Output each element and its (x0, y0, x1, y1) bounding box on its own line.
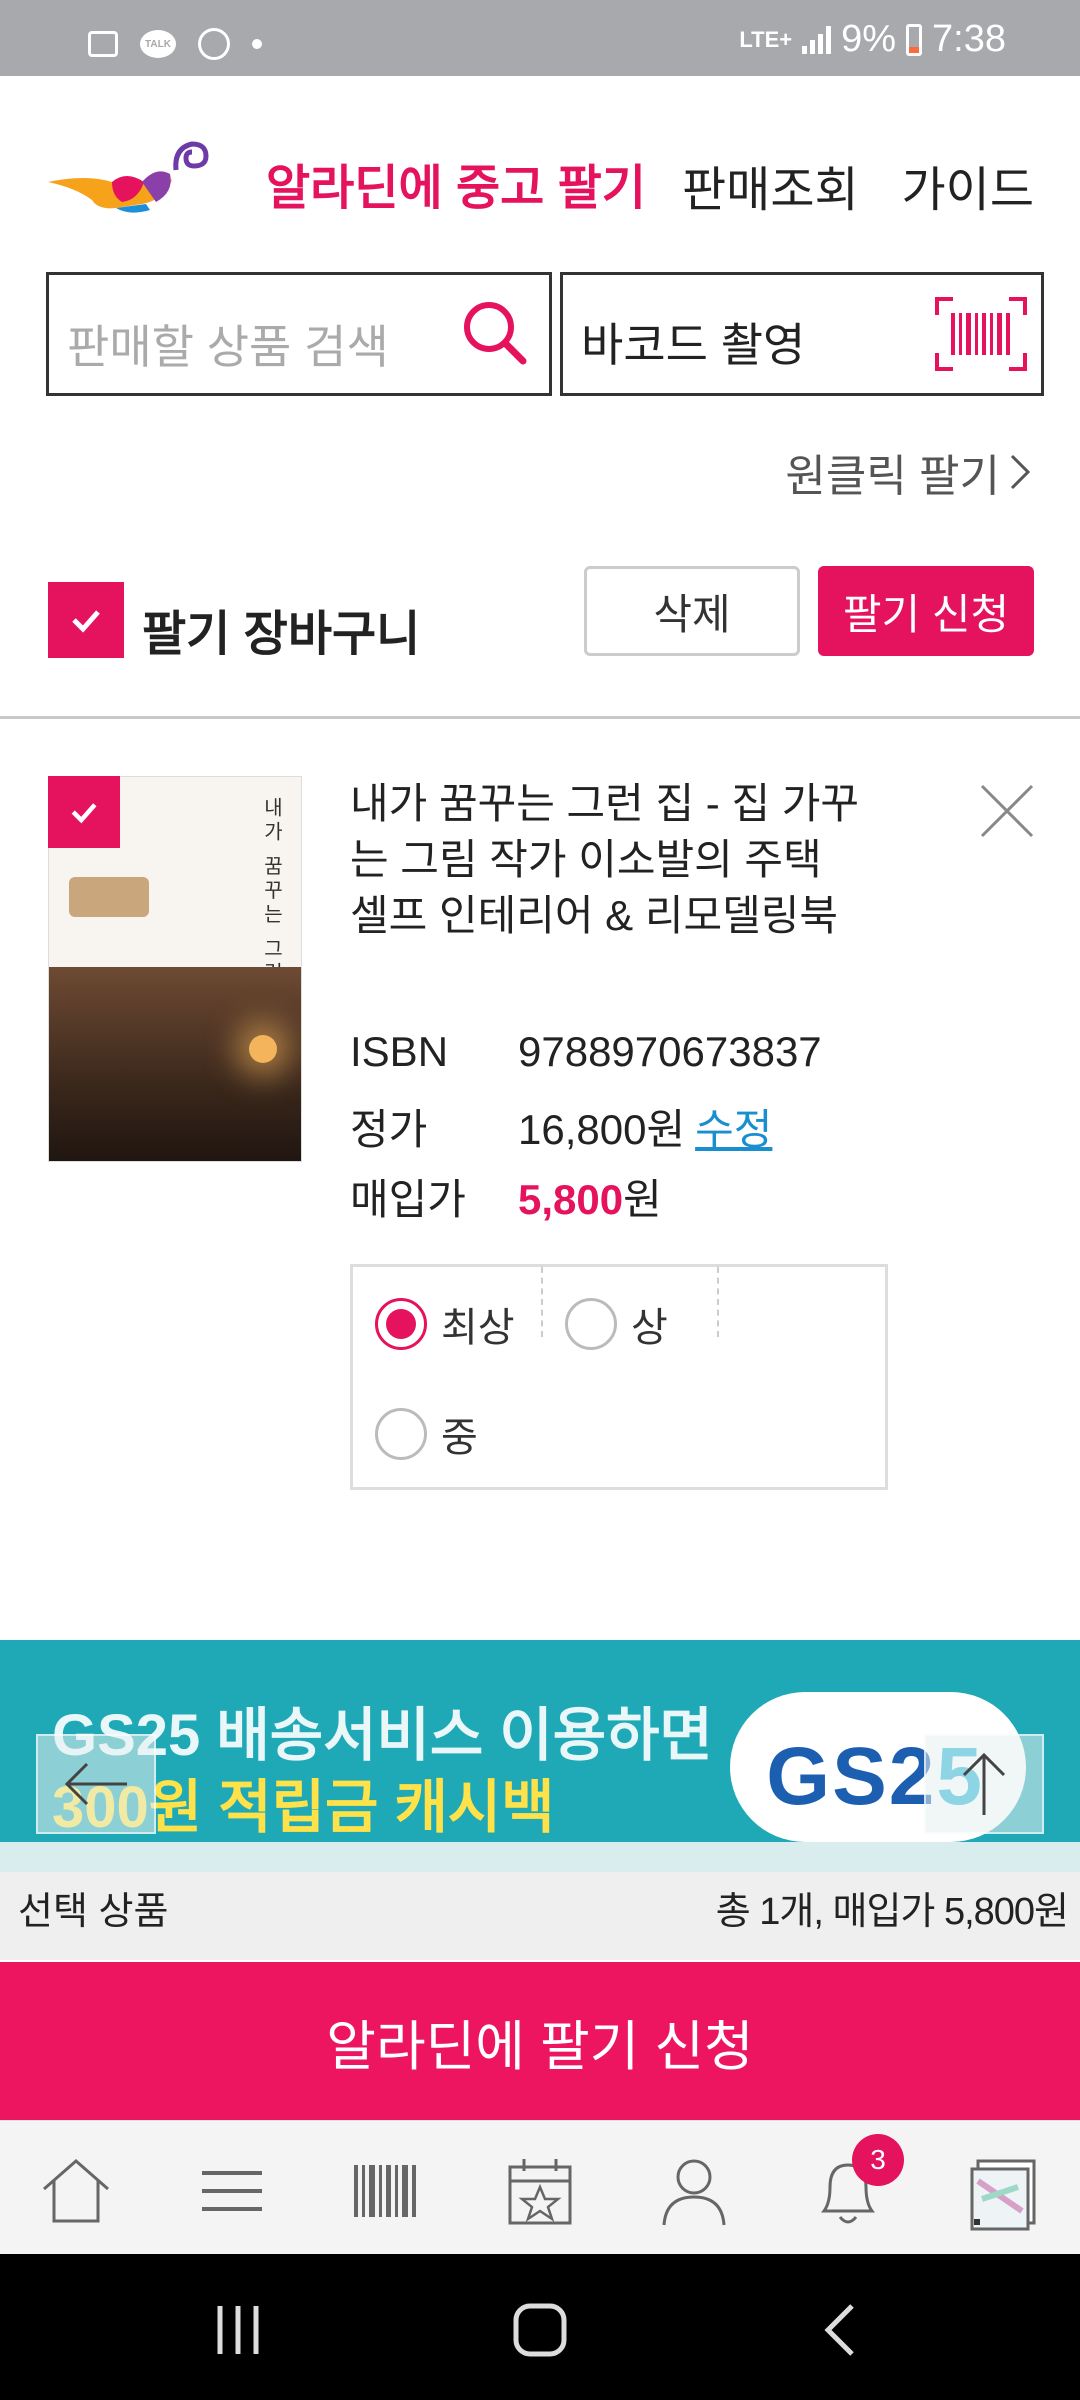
radio-icon (375, 1408, 427, 1460)
user-icon[interactable] (654, 2151, 734, 2231)
condition-medium-option[interactable]: 중 (375, 1405, 478, 1463)
buy-price-unit: 원 (623, 1176, 662, 1223)
sell-cart-header: 팔기 장바구니 삭제 팔기 신청 (46, 566, 1034, 661)
notification-badge: 3 (852, 2134, 904, 2186)
network-type: LTE+ (739, 26, 793, 52)
selected-items-summary: 총 1개, 매입가 5,800원 (715, 1891, 1069, 1933)
list-price-label: 정가 (350, 1106, 428, 1153)
sync-icon (198, 28, 230, 60)
back-arrow-button[interactable] (36, 1734, 156, 1834)
scroll-top-button[interactable] (924, 1734, 1044, 1834)
signal-icon (802, 25, 832, 54)
nav-sales-history[interactable]: 판매조회 (682, 150, 859, 220)
buy-price-row: 매입가 5,800 원 (350, 1166, 662, 1227)
status-bar: TALK LTE+ 9% 7:38 (0, 0, 1080, 76)
isbn-label: ISBN (350, 1028, 449, 1075)
calendar-star-icon[interactable] (500, 2151, 580, 2231)
home-icon[interactable] (36, 2151, 116, 2231)
check-icon (72, 610, 100, 633)
barcode-icon[interactable] (346, 2151, 426, 2231)
kakaotalk-icon: TALK (140, 30, 176, 58)
check-icon (71, 803, 97, 824)
edit-price-link[interactable]: 수정 (695, 1096, 772, 1157)
more-notifications-dot (252, 39, 262, 49)
item-checkbox[interactable] (48, 776, 120, 848)
battery-icon (906, 23, 923, 56)
isbn-value: 9788970673837 (518, 1028, 822, 1075)
sell-cart-title: 팔기 장바구니 (142, 608, 421, 661)
one-click-sell-label: 원클릭 팔기 (785, 452, 1000, 501)
list-price-value: 16,800원 (518, 1106, 686, 1153)
battery-percent: 9% (841, 18, 897, 60)
list-price-row: 정가 16,800원 수정 (350, 1096, 772, 1157)
search-input[interactable]: 판매할 상품 검색 (67, 311, 389, 377)
divider (0, 716, 1080, 719)
product-title[interactable]: 내가 꿈꾸는 그런 집 - 집 가꾸는 그림 작가 이소발의 주택 셀프 인테리… (350, 776, 870, 944)
recent-apps-icon[interactable] (208, 2300, 268, 2360)
recent-page-icon[interactable] (964, 2151, 1044, 2231)
condition-best-option[interactable]: 최상 (375, 1295, 515, 1353)
condition-selector: 최상 상 중 (350, 1264, 888, 1490)
app-header: 알라딘에 중고 팔기 판매조회 가이드 (46, 120, 1034, 230)
search-icon[interactable] (459, 297, 529, 367)
system-navigation-bar (0, 2254, 1080, 2400)
submit-sell-button[interactable]: 알라딘에 팔기 신청 (0, 1962, 1080, 2120)
radio-selected-icon (375, 1298, 427, 1350)
arrow-up-icon (962, 1752, 1006, 1815)
barcode-scan-label: 바코드 촬영 (581, 319, 806, 371)
talk-icon-label: TALK (145, 38, 171, 50)
condition-label: 상 (631, 1306, 668, 1350)
arrow-left-icon (64, 1762, 127, 1806)
condition-label: 최상 (441, 1306, 515, 1350)
radio-icon (565, 1298, 617, 1350)
condition-label: 중 (441, 1416, 478, 1460)
nav-guide[interactable]: 가이드 (902, 150, 1034, 220)
bottom-navigation (0, 2120, 1080, 2254)
clock: 7:38 (932, 18, 1006, 60)
home-button-icon[interactable] (510, 2300, 570, 2360)
buy-price-value: 5,800 (518, 1176, 624, 1223)
gs25-promo-banner[interactable]: GS25 배송서비스 이용하면 300원 적립금 캐시백 GS25 (0, 1640, 1080, 1842)
one-click-sell-link[interactable]: 원클릭 팔기 (785, 440, 1032, 504)
aladin-lamp-logo[interactable] (46, 130, 216, 220)
product-search-box[interactable]: 판매할 상품 검색 (46, 272, 552, 396)
menu-icon[interactable] (192, 2151, 272, 2231)
gallery-icon (88, 31, 118, 57)
delete-button[interactable]: 삭제 (584, 566, 800, 656)
isbn-row: ISBN 9788970673837 (350, 1028, 822, 1076)
back-button-icon[interactable] (812, 2300, 872, 2360)
chevron-right-icon (1010, 454, 1031, 490)
barcode-scan-box[interactable]: 바코드 촬영 (560, 272, 1044, 396)
condition-good-option[interactable]: 상 (565, 1295, 668, 1353)
selected-items-label: 선택 상품 (18, 1891, 169, 1933)
select-all-checkbox[interactable] (48, 582, 124, 658)
page-title: 알라딘에 중고 팔기 (266, 162, 646, 215)
remove-item-icon[interactable] (976, 780, 1038, 842)
sell-apply-button[interactable]: 팔기 신청 (818, 566, 1034, 656)
buy-price-label: 매입가 (350, 1176, 466, 1223)
barcode-icon[interactable] (935, 297, 1027, 371)
